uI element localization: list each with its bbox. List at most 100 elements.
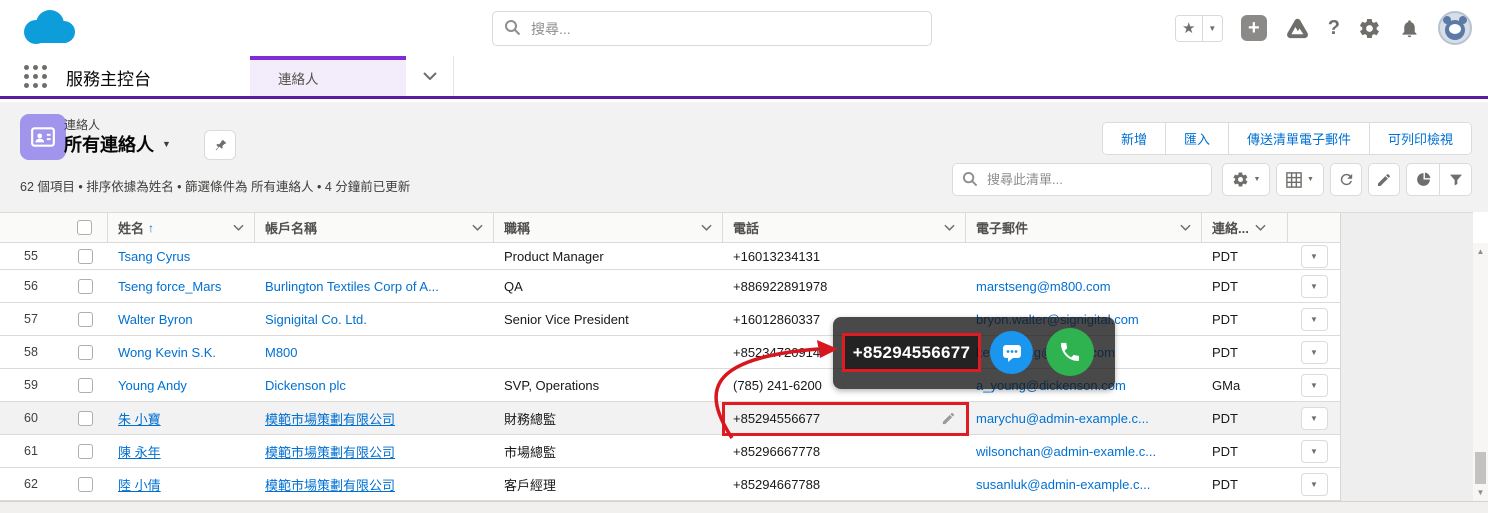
row-actions-button[interactable]: ▼ [1300,472,1328,496]
column-header-email[interactable]: 電子郵件 [966,213,1202,242]
list-view-title: 所有連絡人 [64,135,154,155]
email-link[interactable]: marstseng@m800.com [976,279,1111,294]
row-actions-button[interactable]: ▼ [1300,340,1328,364]
account-name-link[interactable]: Signigital Co. Ltd. [265,312,367,327]
row-number: 56 [24,279,38,293]
title-cell: 市場總監 [504,444,557,460]
new-button[interactable]: 新增 [1102,123,1165,154]
account-name-link[interactable]: 模範市場策劃有限公司 [265,409,395,428]
contact-name-link[interactable]: 朱 小寶 [118,409,161,428]
utility-bar: ★ ▼ + ? [0,0,1488,56]
tab-contacts[interactable]: 連絡人 [250,56,406,96]
row-actions-button[interactable]: ▼ [1300,307,1328,331]
account-name-link[interactable]: Burlington Textiles Corp of A... [265,279,439,294]
popup-phone-number: +85294556677 [852,342,971,362]
row-checkbox[interactable] [77,248,93,264]
inline-edit-button[interactable] [1368,163,1400,196]
favorites-button-group: ★ ▼ [1174,14,1223,42]
row-checkbox[interactable] [77,311,93,327]
row-actions-button[interactable]: ▼ [1300,406,1328,430]
account-name-link[interactable]: M800 [265,345,298,360]
scroll-down-icon[interactable]: ▼ [1473,486,1488,499]
row-checkbox[interactable] [77,344,93,360]
chevron-down-icon[interactable] [944,224,955,231]
chevron-down-icon[interactable] [1255,224,1266,231]
row-actions-button[interactable]: ▼ [1300,274,1328,298]
column-header-name[interactable]: 姓名 ↑ [108,213,255,242]
row-checkbox[interactable] [77,377,93,393]
list-view-header: 連絡人 所有連絡人 ▼ 62 個項目 • 排序依據為姓名 • 篩選條件為 所有連… [0,102,1488,212]
charts-icon[interactable] [1407,164,1439,195]
select-all-checkbox[interactable] [77,220,92,235]
scrollbar-thumb[interactable] [1475,452,1486,484]
refresh-button[interactable] [1330,163,1362,196]
column-header-owner[interactable]: 連絡... [1202,213,1288,242]
email-link[interactable]: marychu@admin-example.c... [976,411,1149,426]
account-name-link[interactable]: 模範市場策劃有限公司 [265,442,395,461]
view-selector-caret-icon[interactable]: ▼ [162,139,171,149]
column-header-phone[interactable]: 電話 [723,213,966,242]
column-header-title[interactable]: 職稱 [494,213,723,242]
pin-list-view-button[interactable] [204,130,236,160]
row-checkbox[interactable] [77,476,93,492]
row-checkbox[interactable] [77,410,93,426]
guidance-trailhead-icon[interactable] [1285,16,1310,41]
notifications-bell-icon[interactable] [1399,18,1420,39]
contact-name-link[interactable]: Young Andy [118,378,187,393]
row-actions-button[interactable]: ▼ [1300,373,1328,397]
printable-view-button[interactable]: 可列印檢視 [1368,123,1471,154]
edit-pencil-icon[interactable] [941,411,956,426]
row-checkbox[interactable] [77,443,93,459]
setup-gear-icon[interactable] [1358,17,1381,40]
row-actions-button[interactable]: ▼ [1300,439,1328,463]
caret-down-icon: ▼ [1310,314,1318,324]
contact-name-link[interactable]: Wong Kevin S.K. [118,345,216,360]
row-actions-button[interactable]: ▼ [1300,244,1328,268]
owner-alias-cell: PDT [1212,476,1238,492]
contact-name-link[interactable]: 陸 小倩 [118,475,161,494]
row-number: 57 [24,312,38,326]
list-settings-button[interactable]: ▼ [1222,163,1270,196]
chevron-down-icon[interactable] [472,224,483,231]
filter-icon[interactable] [1439,164,1471,195]
user-avatar[interactable] [1438,11,1472,45]
account-name-link[interactable]: 模範市場策劃有限公司 [265,475,395,494]
chevron-down-icon[interactable] [1180,224,1191,231]
column-header-account[interactable]: 帳戶名稱 [255,213,494,242]
contact-name-link[interactable]: Tsang Cyrus [118,249,190,264]
list-search-input[interactable] [952,163,1212,196]
contact-name-link[interactable]: Tseng force_Mars [118,279,221,294]
import-button[interactable]: 匯入 [1164,123,1228,154]
vertical-scrollbar[interactable]: ▲ ▼ [1473,243,1488,501]
contact-name-link[interactable]: Walter Byron [118,312,193,327]
email-link[interactable]: wilsonchan@admin-examle.c... [976,444,1156,459]
owner-alias-cell: PDT [1212,311,1238,327]
call-phone-button[interactable] [1046,328,1094,376]
favorite-star-icon[interactable]: ★ [1175,15,1202,41]
owner-alias-cell: PDT [1212,248,1238,264]
sms-chat-button[interactable] [990,331,1033,374]
list-summary-text: 62 個項目 • 排序依據為姓名 • 篩選條件為 所有連絡人 • 4 分鐘前已更… [20,180,411,194]
app-launcher-icon[interactable] [22,63,50,91]
display-as-button[interactable]: ▼ [1276,163,1324,196]
global-search-input[interactable] [492,11,932,46]
quick-create-icon[interactable]: + [1240,15,1267,41]
email-link[interactable]: susanluk@admin-example.c... [976,477,1150,492]
phone-cell: +16013234131 [733,248,821,264]
scroll-up-icon[interactable]: ▲ [1473,245,1488,258]
chevron-down-icon[interactable] [233,224,244,231]
contact-name-link[interactable]: 陳 永年 [118,442,161,461]
table-header-row: 姓名 ↑ 帳戶名稱 職稱 電話 電子郵件 連絡... [0,212,1340,243]
horizontal-scroll-area[interactable] [0,501,1488,513]
row-checkbox[interactable] [77,278,93,294]
tab-caret-icon[interactable] [406,56,454,96]
console-nav-bar: 服務主控台 連絡人 [0,56,1488,99]
chevron-down-icon[interactable] [701,224,712,231]
account-name-link[interactable]: Dickenson plc [265,378,346,393]
table-row: 56 Tseng force_Mars Burlington Textiles … [0,270,1340,303]
favorites-caret-icon[interactable]: ▼ [1201,15,1222,41]
caret-down-icon: ▼ [1310,413,1318,423]
title-cell: SVP, Operations [504,377,600,393]
send-list-email-button[interactable]: 傳送清單電子郵件 [1227,123,1369,154]
help-icon[interactable]: ? [1328,17,1340,40]
